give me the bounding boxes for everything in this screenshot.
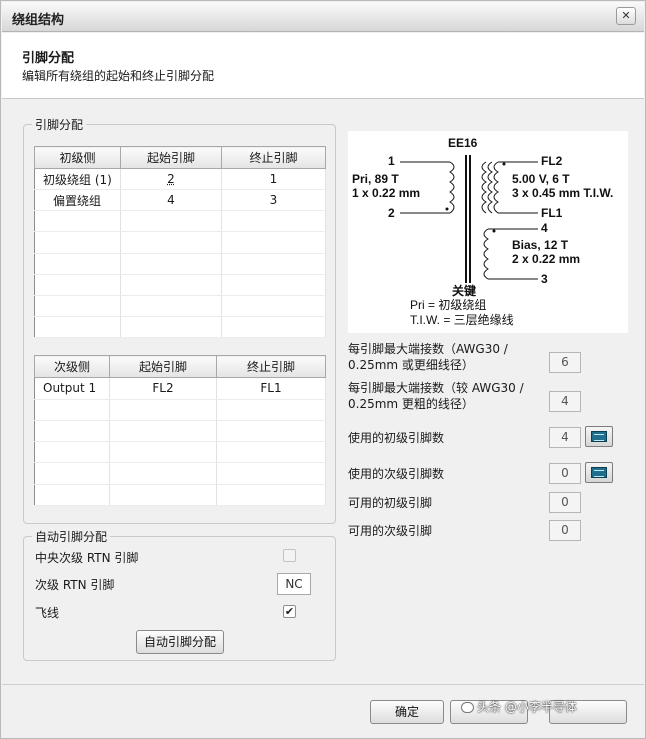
end-pin-cell[interactable]: 1 bbox=[221, 168, 326, 191]
start-pin-cell[interactable]: 4 bbox=[120, 189, 222, 212]
winding-name-cell: 初级绕组 (1) bbox=[34, 168, 121, 191]
close-button[interactable]: ✕ bbox=[616, 7, 636, 25]
start-pin-cell[interactable]: FL2 bbox=[109, 377, 217, 400]
used-secondary-pins-value: 0 bbox=[549, 463, 581, 484]
primary-coil bbox=[449, 161, 455, 214]
auto-pin-assignment-group-label: 自动引脚分配 bbox=[32, 528, 111, 545]
secondary-pins-calculator-button[interactable] bbox=[585, 462, 613, 483]
key-line-pri: Pri = 初级绕组 bbox=[410, 298, 486, 312]
table-row bbox=[34, 210, 326, 233]
column-header[interactable]: 终止引脚 bbox=[216, 354, 326, 379]
secondary-rtn-input[interactable]: NC bbox=[277, 573, 311, 595]
secondary-coil bbox=[487, 161, 493, 214]
max-terminations-thin-value: 6 bbox=[549, 352, 581, 373]
chat-bubble-icon bbox=[461, 702, 474, 713]
table-row bbox=[34, 295, 326, 317]
calculator-icon bbox=[591, 467, 607, 478]
secondary-coil bbox=[493, 161, 499, 214]
polarity-dot bbox=[492, 229, 496, 233]
table-row bbox=[34, 484, 326, 507]
pin-fl2-label: FL2 bbox=[541, 154, 563, 168]
column-header[interactable]: 次级侧 bbox=[34, 354, 110, 379]
polarity-dot bbox=[445, 207, 449, 211]
key-title: 关键 bbox=[452, 283, 476, 298]
auto-pin-assignment-button[interactable]: 自动引脚分配 bbox=[136, 630, 224, 654]
transformer-diagram: EE16 1 2 Pri, 89 T 1 x 0.22 mm FL2 FL1 5… bbox=[348, 131, 628, 333]
flying-lead-checkbox[interactable]: ✔ bbox=[283, 605, 296, 618]
title-bar: 绕组结构 ✕ bbox=[2, 2, 644, 32]
window-title: 绕组结构 bbox=[12, 13, 65, 28]
primary-turns: Pri, 89 T bbox=[352, 172, 399, 186]
primary-pin-table: 初级侧 起始引脚 终止引脚 初级绕组 (1) 2 1 偏置绕组 4 3 bbox=[34, 145, 326, 339]
used-secondary-pins-label: 使用的次级引脚数 bbox=[348, 467, 445, 481]
polarity-dot bbox=[502, 162, 506, 166]
page-header: 引脚分配 编辑所有绕组的起始和终止引脚分配 bbox=[2, 33, 644, 99]
pin-3-label: 3 bbox=[541, 272, 548, 286]
secondary-rtn-label: 次级 RTN 引脚 bbox=[35, 578, 115, 592]
primary-wire: 1 x 0.22 mm bbox=[352, 186, 420, 200]
secondary-pin-table: 次级侧 起始引脚 终止引脚 Output 1 FL2 FL1 bbox=[34, 354, 326, 507]
table-row bbox=[34, 462, 326, 485]
column-header[interactable]: 起始引脚 bbox=[109, 354, 217, 379]
secondary-wire: 3 x 0.45 mm T.I.W. bbox=[512, 186, 613, 200]
table-row[interactable]: 初级绕组 (1) 2 1 bbox=[34, 168, 326, 191]
end-pin-cell[interactable]: FL1 bbox=[216, 377, 326, 400]
pin-fl1-label: FL1 bbox=[541, 206, 563, 220]
watermark: 头条 @小李半导体 bbox=[461, 698, 577, 715]
calculator-icon bbox=[591, 431, 607, 442]
table-row bbox=[34, 316, 326, 339]
max-terminations-thin-label: 每引脚最大端接数（AWG30 / 0.25mm 或更细线径） bbox=[348, 342, 508, 372]
center-rtn-checkbox[interactable] bbox=[283, 549, 296, 562]
bias-coil bbox=[483, 228, 489, 280]
table-row bbox=[34, 399, 326, 421]
winding-name-cell: 偏置绕组 bbox=[34, 189, 121, 212]
ok-button[interactable]: 确定 bbox=[370, 700, 444, 724]
available-secondary-pins-value: 0 bbox=[549, 520, 581, 541]
available-primary-pins-label: 可用的初级引脚 bbox=[348, 496, 433, 510]
secondary-coil bbox=[481, 161, 487, 214]
winding-structure-dialog: 绕组结构 ✕ 引脚分配 编辑所有绕组的起始和终止引脚分配 引脚分配 初级侧 起始… bbox=[0, 0, 646, 739]
pin-4-label: 4 bbox=[541, 221, 548, 235]
secondary-voltage: 5.00 V, 6 T bbox=[512, 172, 570, 186]
page-subtitle: 编辑所有绕组的起始和终止引脚分配 bbox=[22, 69, 215, 83]
flying-lead-label: 飞线 bbox=[35, 606, 60, 620]
pin-2-label: 2 bbox=[388, 206, 395, 220]
max-terminations-thick-value: 4 bbox=[549, 391, 581, 412]
winding-schematic: EE16 1 2 Pri, 89 T 1 x 0.22 mm FL2 FL1 5… bbox=[352, 136, 613, 327]
page-title: 引脚分配 bbox=[22, 51, 75, 66]
footer-divider bbox=[2, 684, 644, 685]
pin-assignment-group-label: 引脚分配 bbox=[32, 116, 87, 133]
center-rtn-label: 中央次级 RTN 引脚 bbox=[35, 551, 139, 565]
table-row bbox=[34, 231, 326, 254]
end-pin-cell[interactable]: 3 bbox=[221, 189, 326, 212]
bias-turns: Bias, 12 T bbox=[512, 238, 569, 252]
bias-wire: 2 x 0.22 mm bbox=[512, 252, 580, 266]
winding-name-cell: Output 1 bbox=[34, 377, 110, 400]
primary-pins-calculator-button[interactable] bbox=[585, 426, 613, 447]
used-primary-pins-value: 4 bbox=[549, 427, 581, 448]
column-header[interactable]: 终止引脚 bbox=[221, 145, 326, 170]
table-row bbox=[34, 420, 326, 443]
column-header[interactable]: 初级侧 bbox=[34, 145, 121, 170]
used-primary-pins-label: 使用的初级引脚数 bbox=[348, 431, 445, 445]
table-row[interactable]: Output 1 FL2 FL1 bbox=[34, 377, 326, 400]
column-header[interactable]: 起始引脚 bbox=[120, 145, 222, 170]
available-secondary-pins-label: 可用的次级引脚 bbox=[348, 524, 433, 538]
max-terminations-thick-label: 每引脚最大端接数（较 AWG30 / 0.25mm 更粗的线径） bbox=[348, 381, 524, 411]
table-row bbox=[34, 441, 326, 464]
key-line-tiw: T.I.W. = 三层绝缘线 bbox=[410, 312, 514, 327]
available-primary-pins-value: 0 bbox=[549, 492, 581, 513]
core-label: EE16 bbox=[448, 136, 478, 150]
table-row[interactable]: 偏置绕组 4 3 bbox=[34, 189, 326, 212]
table-row bbox=[34, 253, 326, 275]
table-row bbox=[34, 274, 326, 296]
pin-1-label: 1 bbox=[388, 154, 395, 168]
start-pin-cell[interactable]: 2 bbox=[120, 168, 222, 191]
